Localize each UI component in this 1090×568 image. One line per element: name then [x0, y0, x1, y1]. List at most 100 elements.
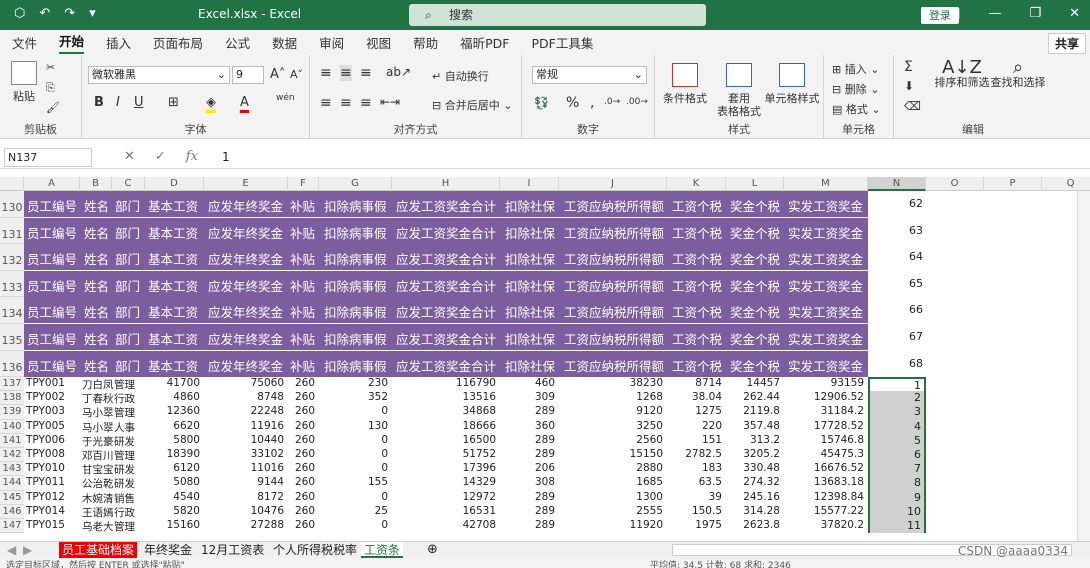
row-header[interactable]: 146 [0, 504, 24, 519]
row-header[interactable]: 145 [0, 490, 24, 505]
header-cell[interactable]: 扣除病事假 [324, 329, 387, 348]
header-cell[interactable]: 奖金个税 [730, 302, 780, 321]
table-cell[interactable]: 2560 [559, 434, 667, 446]
table-cell[interactable]: TPY006 [24, 434, 80, 446]
table-cell[interactable]: 9120 [559, 405, 667, 417]
column-header[interactable]: F [288, 177, 319, 191]
italic-button[interactable]: I [116, 95, 120, 110]
scroll-right-icon[interactable]: ▶ [20, 542, 35, 558]
minimize-icon[interactable]: — [988, 6, 1001, 21]
table-cell[interactable]: 17728.52 [784, 420, 868, 432]
sheet-tab-active[interactable]: 工资条 [361, 542, 404, 558]
n-cell[interactable]: 10 [868, 504, 926, 519]
table-cell[interactable]: 15746.8 [784, 434, 868, 446]
header-cell[interactable]: 扣除病事假 [324, 249, 387, 268]
select-all-corner[interactable] [0, 177, 24, 191]
header-cell[interactable]: 应发年终奖金 [208, 329, 283, 348]
header-cell[interactable]: 应发年终奖金 [208, 356, 283, 375]
table-cell[interactable]: 260 [288, 491, 319, 503]
table-cell[interactable]: 309 [500, 391, 559, 403]
align-top-icon[interactable]: ≡ [320, 65, 332, 81]
border-icon[interactable]: ⊞ [168, 95, 179, 110]
table-cell[interactable]: 丁春秋 [80, 391, 114, 406]
header-cell[interactable]: 姓名 [84, 329, 109, 348]
table-cell[interactable]: 12972 [392, 491, 500, 503]
table-cell[interactable]: TPY012 [24, 491, 80, 503]
cut-icon[interactable]: ✂ [46, 61, 55, 74]
header-cell[interactable]: 工资个税 [672, 356, 722, 375]
row-header[interactable]: 142 [0, 448, 24, 463]
tab-file[interactable]: 文件 [12, 33, 37, 52]
column-header[interactable]: A [24, 177, 80, 191]
table-cell[interactable]: 销售 [112, 491, 145, 506]
column-header[interactable]: C [112, 177, 145, 191]
table-cell[interactable]: 274.32 [726, 476, 784, 488]
header-cell[interactable]: 部门 [115, 356, 140, 375]
table-cell[interactable]: 4540 [145, 491, 204, 503]
header-cell[interactable]: 扣除病事假 [324, 302, 387, 321]
table-cell[interactable]: 15150 [559, 448, 667, 460]
bold-button[interactable]: B [94, 95, 104, 110]
column-header[interactable]: M [784, 177, 868, 191]
table-cell[interactable]: 130 [319, 420, 392, 432]
tab-review[interactable]: 审阅 [319, 33, 344, 52]
header-cell[interactable]: 工资应纳税所得额 [564, 249, 664, 268]
table-cell[interactable]: 管理 [112, 519, 145, 534]
table-cell[interactable]: 8748 [204, 391, 288, 403]
tab-help[interactable]: 帮助 [413, 33, 438, 52]
column-header[interactable]: B [80, 177, 112, 191]
table-cell[interactable]: 刀白凤 [80, 377, 114, 392]
enter-icon[interactable]: ✓ [155, 149, 166, 164]
paste-button[interactable]: 粘贴 [8, 61, 40, 103]
column-header[interactable]: H [392, 177, 500, 191]
percent-icon[interactable]: % [566, 95, 579, 111]
header-cell[interactable]: 扣除病事假 [324, 223, 387, 242]
table-cell[interactable]: TPY014 [24, 505, 80, 517]
column-header[interactable]: Q [1042, 177, 1090, 191]
table-cell[interactable]: 63.5 [667, 476, 726, 488]
align-bottom-icon[interactable]: ≡ [360, 65, 372, 81]
n-cell[interactable]: 3 [868, 405, 926, 420]
table-cell[interactable]: 管理 [112, 448, 145, 463]
header-cell[interactable]: 应发年终奖金 [208, 196, 283, 215]
table-cell[interactable]: 220 [667, 420, 726, 432]
header-cell[interactable]: 姓名 [84, 223, 109, 242]
delete-cells-button[interactable]: ⊟ 删除 ⌄ [832, 81, 879, 97]
row-header[interactable]: 139 [0, 405, 24, 420]
header-cell[interactable]: 应发年终奖金 [208, 249, 283, 268]
header-cell[interactable]: 补贴 [290, 302, 315, 321]
row-header[interactable]: 147 [0, 519, 24, 534]
add-sheet-icon[interactable]: ⊕ [424, 542, 441, 558]
header-cell[interactable]: 工资个税 [672, 276, 722, 295]
restore-icon[interactable]: ❐ [1029, 6, 1041, 21]
header-cell[interactable]: 基本工资 [148, 196, 198, 215]
header-cell[interactable]: 扣除社保 [505, 223, 555, 242]
font-size-select[interactable]: 9 [232, 66, 264, 84]
decrease-font-icon[interactable]: A˅ [290, 68, 303, 81]
column-header[interactable]: N [868, 177, 926, 191]
n-cell[interactable]: 6 [868, 448, 926, 463]
table-cell[interactable]: 1268 [559, 391, 667, 403]
header-cell[interactable]: 应发工资奖金合计 [396, 329, 496, 348]
table-cell[interactable]: 116790 [392, 377, 500, 389]
column-header[interactable]: G [319, 177, 392, 191]
table-cell[interactable]: 研发 [112, 434, 145, 449]
header-cell[interactable]: 工资应纳税所得额 [564, 196, 664, 215]
table-cell[interactable]: 15160 [145, 519, 204, 531]
row-header[interactable]: 138 [0, 391, 24, 406]
undo-icon[interactable]: ↶ [39, 6, 50, 21]
header-cell[interactable]: 奖金个税 [730, 356, 780, 375]
table-cell[interactable]: 5820 [145, 505, 204, 517]
table-cell[interactable]: 18390 [145, 448, 204, 460]
worksheet-grid[interactable]: A B C D E F G H I J K L M N O P Q 130 员工编… [0, 177, 1090, 541]
table-cell[interactable]: 262.44 [726, 391, 784, 403]
row-header[interactable]: 140 [0, 419, 24, 434]
table-cell[interactable]: 150.5 [667, 505, 726, 517]
header-cell[interactable]: 姓名 [84, 196, 109, 215]
table-cell[interactable]: 245.16 [726, 491, 784, 503]
insert-function-icon[interactable]: fx [186, 149, 198, 164]
tab-formulas[interactable]: 公式 [225, 33, 250, 52]
n-cell[interactable]: 8 [868, 476, 926, 491]
cancel-icon[interactable]: ✕ [124, 149, 135, 164]
cell-styles-button[interactable]: 单元格样式 [759, 63, 825, 105]
